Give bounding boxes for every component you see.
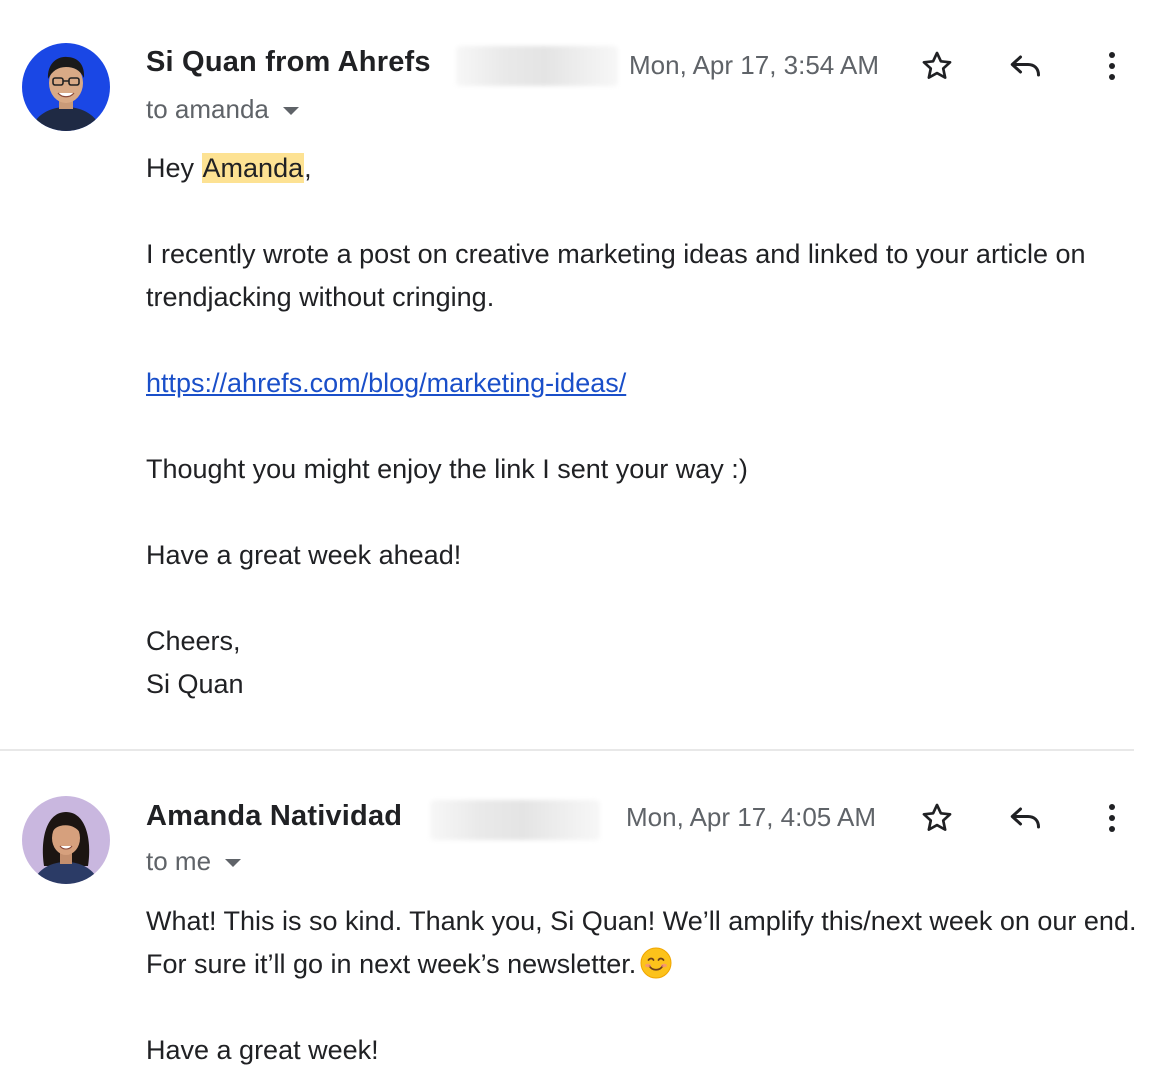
- signoff: Cheers, Si Quan: [146, 620, 1146, 706]
- recipient-dropdown[interactable]: to amanda: [146, 94, 299, 125]
- star-outline-icon: [922, 51, 952, 79]
- body-paragraph: Have a great week ahead!: [146, 540, 462, 570]
- reply-arrow-icon: [1010, 55, 1040, 77]
- greeting-punctuation: ,: [304, 153, 312, 183]
- signature-name: Si Quan: [146, 669, 244, 699]
- reply-arrow-icon: [1010, 807, 1040, 829]
- recipient-dropdown[interactable]: to me: [146, 846, 242, 877]
- highlighted-name: Amanda: [201, 153, 305, 183]
- reply-button[interactable]: [1003, 44, 1047, 88]
- more-options-button[interactable]: [1090, 44, 1134, 88]
- article-link[interactable]: https://ahrefs.com/blog/marketing-ideas/: [146, 368, 626, 398]
- recipient-label: to amanda: [146, 94, 269, 124]
- greeting: Hey Amanda,: [146, 147, 1146, 190]
- smiling-face-emoji: [640, 947, 672, 979]
- more-vertical-icon: [1109, 804, 1115, 832]
- message-timestamp[interactable]: Mon, Apr 17, 3:54 AM: [629, 50, 879, 81]
- avatar-photo-man: [22, 43, 110, 131]
- reply-button[interactable]: [1003, 796, 1047, 840]
- message-body: What! This is so kind. Thank you, Si Qua…: [146, 900, 1146, 1072]
- sender-name[interactable]: Amanda Natividad: [146, 800, 402, 833]
- email-message-1: Si Quan from Ahrefs Mon, Apr 17, 3:54 AM…: [0, 0, 1164, 750]
- greeting-text: Hey: [146, 153, 202, 183]
- redacted-email-address: [456, 46, 618, 86]
- star-button[interactable]: [915, 44, 959, 88]
- caret-down-icon: [225, 858, 242, 867]
- body-paragraph: Thought you might enjoy the link I sent …: [146, 454, 748, 484]
- caret-down-icon: [282, 106, 299, 115]
- sender-name[interactable]: Si Quan from Ahrefs: [146, 46, 431, 79]
- body-paragraph: What! This is so kind. Thank you, Si Qua…: [146, 900, 1146, 986]
- message-divider: [0, 749, 1134, 751]
- message-timestamp[interactable]: Mon, Apr 17, 4:05 AM: [626, 802, 876, 833]
- body-paragraph: Have a great week!: [146, 1035, 379, 1065]
- message-body: Hey Amanda, I recently wrote a post on c…: [146, 147, 1146, 706]
- more-vertical-icon: [1109, 52, 1115, 80]
- redacted-email-address: [430, 800, 600, 840]
- signoff-line: Cheers,: [146, 626, 241, 656]
- avatar-photo-woman: [22, 796, 110, 884]
- recipient-label: to me: [146, 846, 212, 876]
- star-button[interactable]: [915, 796, 959, 840]
- star-outline-icon: [922, 803, 952, 831]
- more-options-button[interactable]: [1090, 796, 1134, 840]
- body-paragraph: I recently wrote a post on creative mark…: [146, 239, 1086, 312]
- sender-avatar[interactable]: [22, 43, 110, 131]
- email-message-2: Amanda Natividad Mon, Apr 17, 4:05 AM to…: [0, 752, 1164, 1076]
- sender-avatar[interactable]: [22, 796, 110, 884]
- link-paragraph: https://ahrefs.com/blog/marketing-ideas/: [146, 362, 1146, 405]
